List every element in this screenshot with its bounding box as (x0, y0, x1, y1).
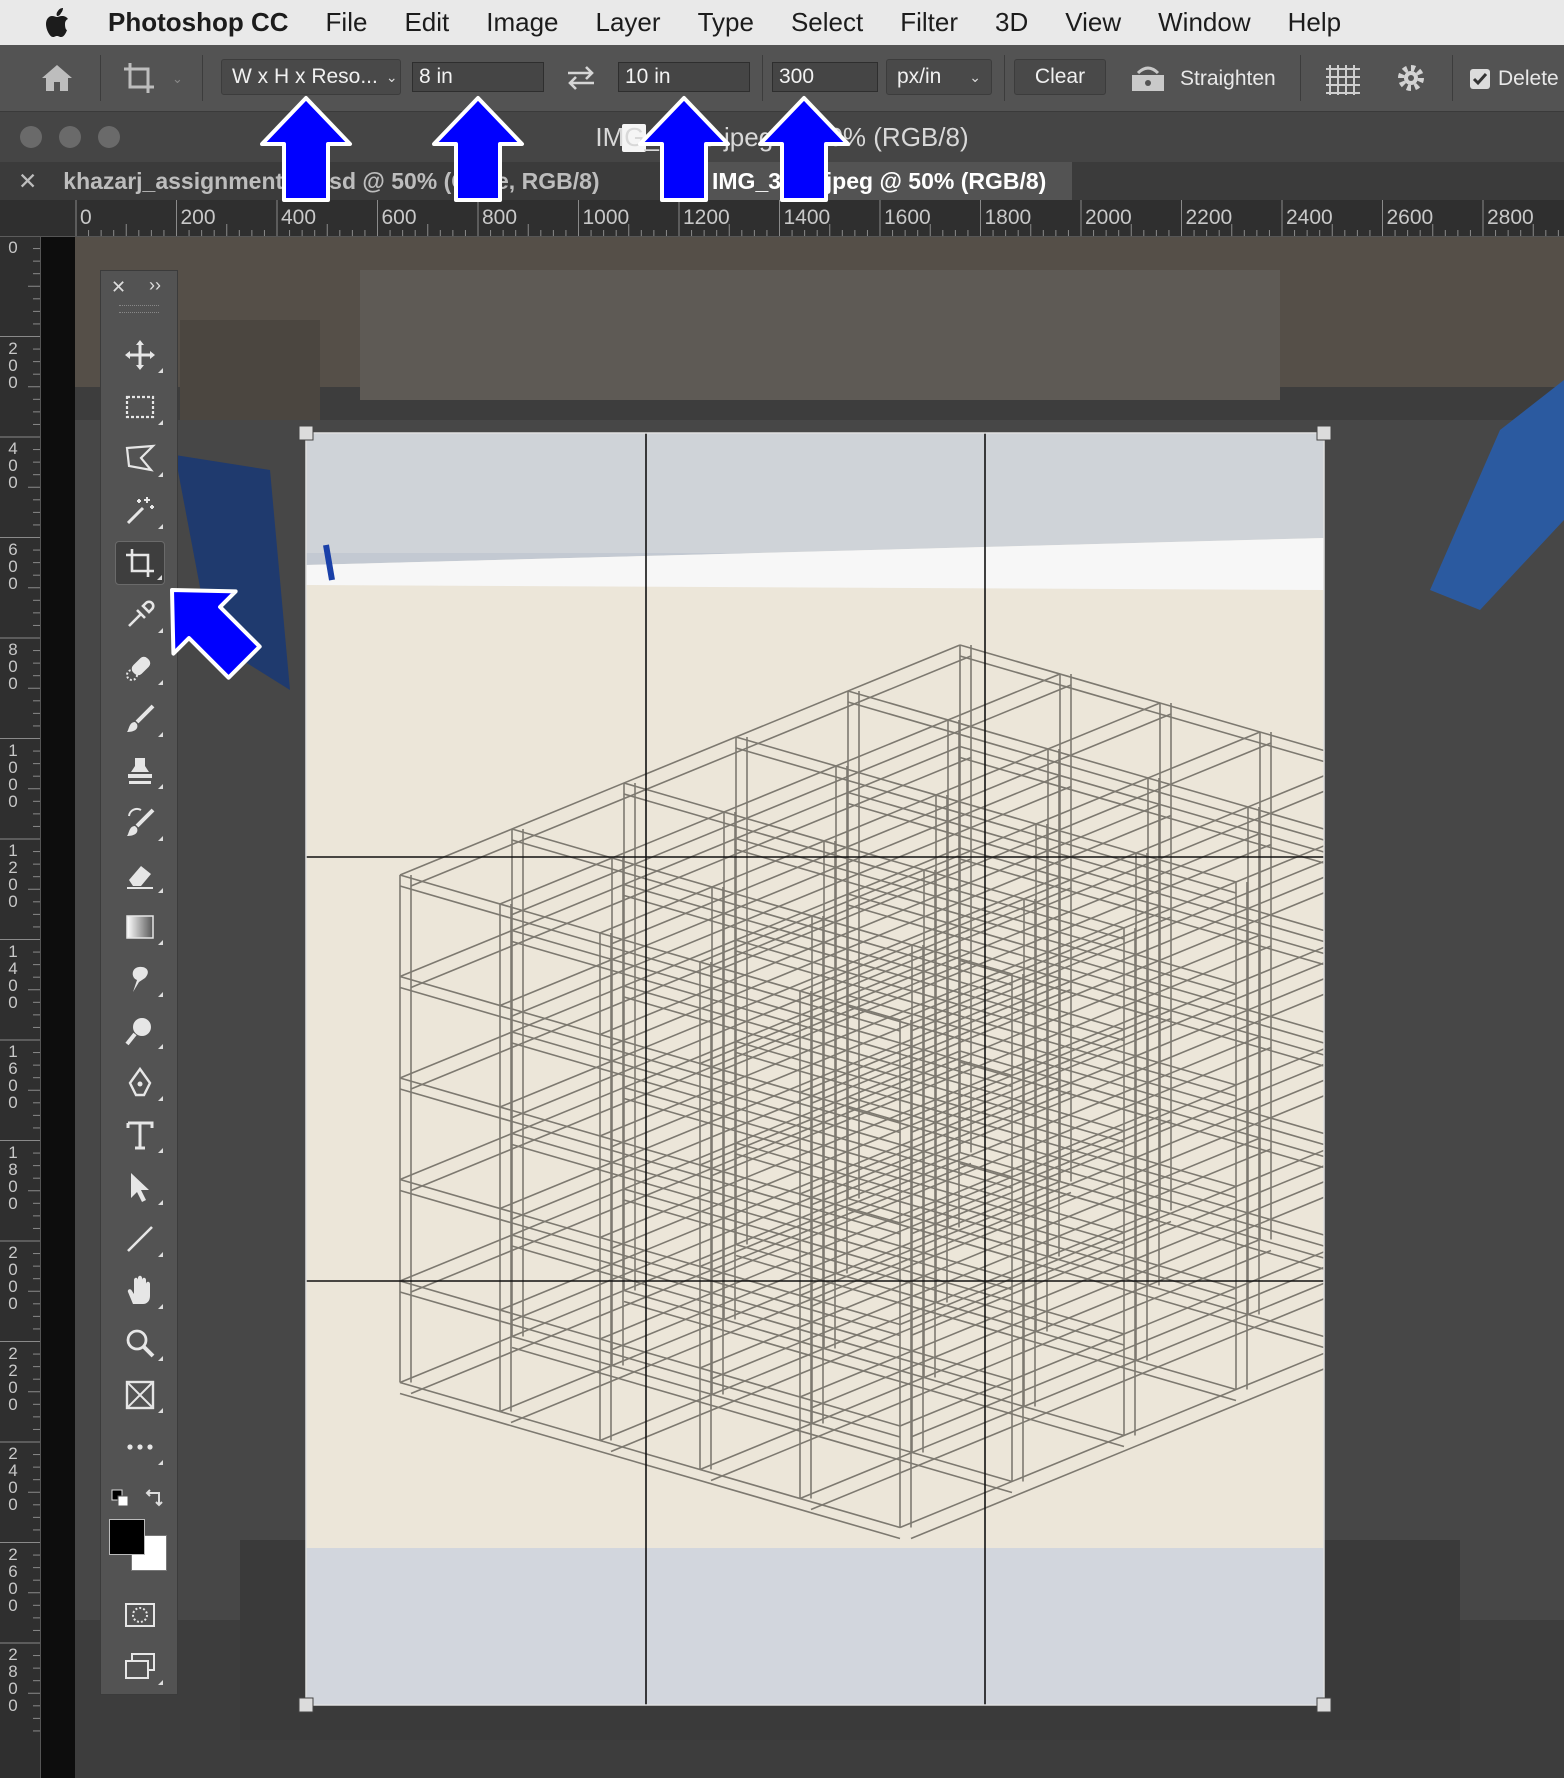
annotation-arrow-width (432, 96, 524, 202)
annotation-arrow-height (638, 96, 730, 202)
annotation-arrows (0, 96, 850, 1778)
annotation-arrow-ratio (260, 96, 352, 202)
annotation-arrow-crop-tool (141, 559, 275, 693)
annotation-arrow-resolution (758, 96, 850, 202)
